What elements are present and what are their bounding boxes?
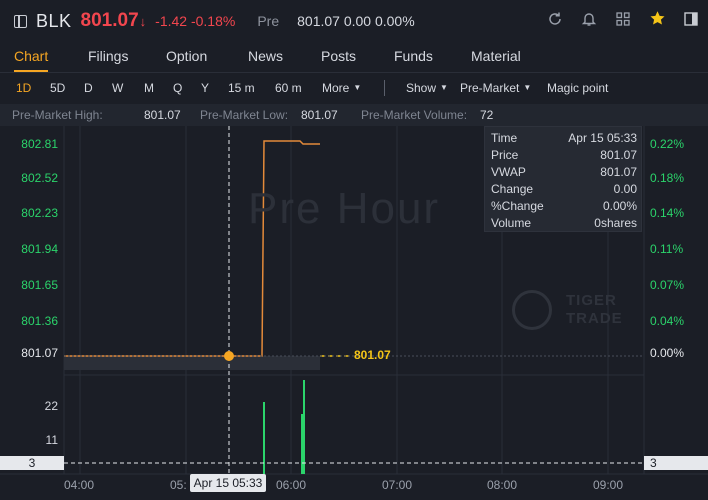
price-line [64, 140, 320, 357]
volume-axis-label: 22 [44, 399, 58, 413]
y-axis-pct-label: 0.22% [650, 137, 685, 151]
tab-posts[interactable]: Posts [321, 48, 356, 64]
session-watermark: Pre Hour [248, 184, 441, 233]
y-axis-label: 802.52 [21, 171, 58, 185]
tab-filings[interactable]: Filings [88, 48, 128, 64]
tab-material[interactable]: Material [471, 48, 521, 64]
period-5d[interactable]: 5D [50, 81, 65, 95]
bell-icon[interactable] [572, 11, 606, 32]
tab-funds[interactable]: Funds [394, 48, 433, 64]
period-60m[interactable]: 60 m [275, 81, 302, 95]
volume-bar [301, 414, 303, 474]
refresh-icon[interactable] [538, 11, 572, 32]
period-y[interactable]: Y [201, 81, 209, 95]
last-price: 801.07 [80, 10, 139, 31]
crosshair-info-panel: Time Apr 15 05:33 Price 801.07 VWAP 801.07 … [484, 126, 642, 232]
sidebar-toggle-icon[interactable] [14, 14, 27, 28]
tiger-trade-logo: TIGER TRADE [512, 290, 632, 330]
price-band [64, 356, 320, 370]
grid-icon[interactable] [606, 11, 640, 32]
star-icon[interactable] [640, 10, 674, 32]
y-axis-label: 802.23 [21, 206, 58, 220]
quote-header: BLK 801.07 ↓ -1.42 -0.18% Pre 801.07 0.0… [0, 0, 708, 42]
session-dropdown[interactable]: Pre-Market ▼ [460, 81, 531, 95]
x-axis-label: 05: [170, 478, 187, 492]
x-axis-label: 04:00 [64, 478, 95, 492]
pre-market-stats: Pre-Market High: 801.07 Pre-Market Low: … [0, 104, 708, 126]
y-axis-label: 801.07 [21, 346, 58, 360]
price-change: -1.42 -0.18% [155, 13, 236, 29]
crosshair-volume-right: 3 [644, 456, 708, 470]
pre-market-values: 801.07 0.00 0.00% [297, 13, 415, 29]
period-m[interactable]: M [144, 81, 154, 95]
period-toolbar: 1D 5D D W M Q Y 15 m 60 m More ▼ Show ▼ Pr… [0, 76, 708, 100]
y-axis-label: 801.36 [21, 314, 58, 328]
panel-icon[interactable] [674, 11, 708, 32]
low-label: Pre-Market Low: [200, 108, 289, 122]
caret-down-icon: ▼ [440, 83, 448, 92]
magic-point-button[interactable]: Magic point [547, 81, 608, 95]
y-axis-pct-label: 0.18% [650, 171, 685, 185]
period-w[interactable]: W [112, 81, 123, 95]
last-price-label: 801.07 [354, 348, 391, 362]
crosshair-point [224, 351, 234, 361]
volume-value: 72 [480, 108, 494, 122]
info-row-pct-change: %Change 0.00% [491, 199, 637, 213]
y-axis-label: 802.81 [21, 137, 58, 151]
x-axis-label: 08:00 [487, 478, 518, 492]
period-d[interactable]: D [84, 81, 93, 95]
x-axis-label: 06:00 [276, 478, 307, 492]
volume-label: Pre-Market Volume: [361, 108, 468, 122]
symbol: BLK [36, 10, 72, 31]
y-axis-pct-label: 0.11% [650, 242, 684, 256]
caret-down-icon: ▼ [523, 83, 532, 92]
y-axis-pct-label: 0.14% [650, 206, 685, 220]
tab-option[interactable]: Option [166, 48, 207, 64]
caret-down-icon: ▼ [353, 83, 362, 92]
period-1d[interactable]: 1D [16, 81, 31, 95]
y-axis-pct-label: 0.04% [650, 314, 685, 328]
pre-market-label: Pre [257, 13, 280, 29]
crosshair-time-badge: Apr 15 05:33 [190, 474, 266, 492]
tab-news[interactable]: News [248, 48, 283, 64]
tab-bar: Chart Filings Option News Posts Funds Ma… [0, 42, 708, 72]
y-axis-pct-label: 0.00% [650, 346, 685, 360]
volume-bar [303, 380, 305, 474]
info-row-vwap: VWAP 801.07 [491, 165, 637, 179]
toolbar-separator [384, 80, 385, 96]
high-label: Pre-Market High: [12, 108, 103, 122]
period-q[interactable]: Q [173, 81, 182, 95]
info-row-time: Time Apr 15 05:33 [491, 131, 637, 145]
y-axis-label: 801.94 [21, 242, 58, 256]
x-axis-label: 07:00 [382, 478, 413, 492]
tab-chart[interactable]: Chart [14, 48, 48, 64]
info-row-volume: Volume 0shares [491, 216, 637, 230]
down-arrow-icon: ↓ [139, 13, 147, 29]
info-row-price: Price 801.07 [491, 148, 637, 162]
y-axis-pct-label: 0.07% [650, 278, 685, 292]
low-value: 801.07 [301, 108, 338, 122]
tabs-divider [0, 72, 708, 73]
high-value: 801.07 [144, 108, 181, 122]
y-axis-label: 801.65 [21, 278, 58, 292]
info-row-change: Change 0.00 [491, 182, 637, 196]
crosshair-volume-left: 3 [0, 456, 64, 470]
volume-axis-label: 11 [45, 433, 58, 447]
tiger-logo-icon [512, 290, 552, 330]
more-dropdown[interactable]: More ▼ [322, 81, 361, 95]
show-dropdown[interactable]: Show ▼ [406, 81, 448, 95]
period-15m[interactable]: 15 m [228, 81, 255, 95]
x-axis-label: 09:00 [593, 478, 624, 492]
